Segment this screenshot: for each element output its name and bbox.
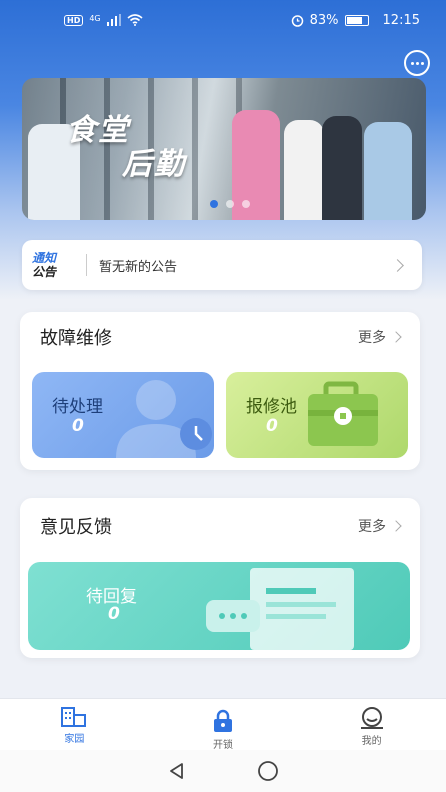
- pending-tile[interactable]: 待处理 0: [32, 372, 214, 458]
- lock-icon: [213, 709, 232, 732]
- feedback-title: 意见反馈: [40, 517, 112, 538]
- chevron-right-icon: [390, 520, 402, 532]
- banner-figure: [284, 120, 324, 220]
- notice-bar[interactable]: 通知 公告 暂无新的公告: [22, 240, 422, 290]
- status-bar: HD 4G 83% 12:15: [0, 0, 446, 40]
- signal-icon: [106, 14, 121, 26]
- battery-percent: 83%: [309, 12, 339, 28]
- banner-title-line1: 食堂: [66, 113, 130, 148]
- pool-label: 报修池: [246, 397, 297, 417]
- notice-text: 暂无新的公告: [99, 259, 178, 275]
- toolbox-icon: [308, 381, 378, 446]
- pool-count: 0: [266, 416, 278, 436]
- clock: 12:15: [382, 12, 420, 28]
- system-navigation: [0, 750, 446, 792]
- carousel-dot[interactable]: [226, 200, 234, 208]
- divider: [86, 254, 87, 276]
- banner-title-line2: 后勤: [122, 147, 186, 182]
- pending-count: 0: [72, 416, 84, 436]
- building-icon: [61, 707, 87, 727]
- nav-home-label: 家园: [64, 734, 85, 745]
- person-icon: [116, 380, 212, 458]
- nav-profile-label: 我的: [361, 736, 382, 747]
- banner-carousel[interactable]: 食堂 后勤: [22, 78, 426, 220]
- user-icon: [360, 707, 383, 729]
- home-icon[interactable]: [257, 760, 279, 782]
- hd-badge: HD: [64, 14, 84, 26]
- chevron-right-icon: [391, 258, 404, 272]
- banner-title: 食堂 后勤: [66, 114, 186, 182]
- banner-figure: [364, 122, 412, 220]
- nav-unlock-label: 开锁: [212, 740, 233, 751]
- nav-unlock[interactable]: 开锁: [183, 699, 263, 751]
- notice-logo: 通知 公告: [32, 251, 80, 279]
- alarm-icon: [291, 14, 303, 27]
- feedback-more-link[interactable]: 更多: [358, 516, 402, 536]
- pending-label: 待处理: [52, 397, 103, 417]
- carousel-dot[interactable]: [242, 200, 250, 208]
- document-chat-icon: [206, 568, 354, 650]
- reply-count: 0: [108, 604, 120, 624]
- more-label: 更多: [358, 519, 386, 535]
- nav-home[interactable]: 家园: [34, 699, 114, 745]
- signal-label: 4G: [89, 14, 101, 23]
- feedback-card: 意见反馈 更多 待回复 0: [20, 498, 420, 658]
- chevron-right-icon: [390, 331, 402, 343]
- nav-profile[interactable]: 我的: [332, 699, 412, 747]
- carousel-dot[interactable]: [210, 200, 218, 208]
- notice-logo-top: 通知: [32, 251, 57, 265]
- more-label: 更多: [358, 330, 386, 346]
- repair-card: 故障维修 更多 待处理 0 报修池 0: [20, 312, 420, 470]
- back-icon[interactable]: [167, 761, 187, 781]
- battery-icon: [344, 14, 369, 26]
- message-icon[interactable]: [404, 50, 430, 76]
- awaiting-reply-tile[interactable]: 待回复 0: [28, 562, 410, 650]
- repair-more-link[interactable]: 更多: [358, 327, 402, 347]
- wifi-icon: [127, 14, 143, 26]
- repair-pool-tile[interactable]: 报修池 0: [226, 372, 408, 458]
- carousel-dots: [210, 200, 250, 208]
- banner-figure: [322, 116, 362, 220]
- repair-title: 故障维修: [40, 328, 112, 349]
- bottom-nav: 家园 开锁 我的: [0, 698, 446, 751]
- notice-logo-bottom: 公告: [32, 265, 57, 279]
